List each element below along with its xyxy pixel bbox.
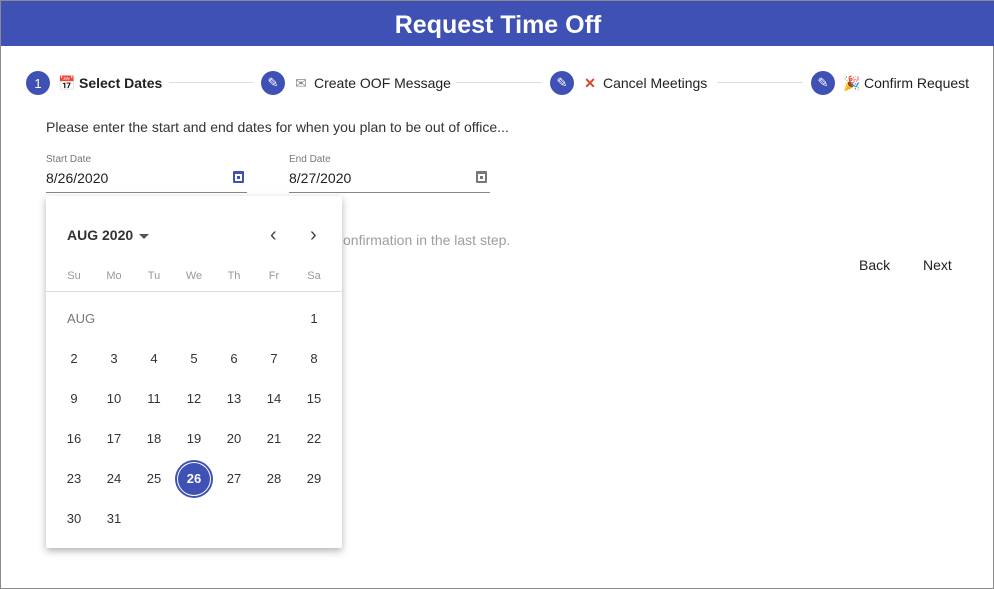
calendar-day[interactable]: 22 — [297, 422, 331, 456]
calendar-day[interactable]: 7 — [257, 342, 291, 376]
weekday-header: Mo — [106, 270, 122, 282]
calendar-day[interactable]: 20 — [217, 422, 251, 456]
hint-text: onfirmation in the last step. — [343, 232, 511, 248]
calendar-day[interactable]: 1 — [297, 302, 331, 336]
calendar-day[interactable]: 14 — [257, 382, 291, 416]
end-date-field[interactable]: End Date 8/27/2020 — [289, 154, 490, 193]
cross-mark-icon: ✕ — [584, 74, 596, 91]
calendar-day[interactable]: 16 — [57, 422, 91, 456]
step-number-icon: 1 — [26, 71, 50, 95]
calendar-day[interactable]: 12 — [177, 382, 211, 416]
calendar-day[interactable]: 30 — [57, 502, 91, 536]
calendar-day[interactable]: 27 — [217, 462, 251, 496]
step-label: Cancel Meetings — [603, 75, 708, 91]
stepper-connector — [456, 82, 542, 83]
step-label: Select Dates — [79, 75, 163, 91]
divider — [46, 291, 342, 292]
calendar-day[interactable]: 21 — [257, 422, 291, 456]
chevron-right-icon[interactable]: › — [310, 224, 317, 247]
calendar-day[interactable]: 28 — [257, 462, 291, 496]
weekday-header: Fr — [268, 270, 280, 282]
calendar-day[interactable]: 10 — [97, 382, 131, 416]
selected-day[interactable]: 26 — [177, 462, 211, 496]
calendar-day[interactable]: 15 — [297, 382, 331, 416]
calendar-day[interactable]: 24 — [97, 462, 131, 496]
calendar-day[interactable]: 19 — [177, 422, 211, 456]
weekday-header: Th — [227, 270, 241, 282]
calendar-icon[interactable] — [233, 171, 244, 183]
chevron-left-icon[interactable]: ‹ — [270, 224, 277, 247]
date-picker-popup: AUG 2020 ‹ › AUG Su Mo Tu We Th Fr Sa 1 2 3 4 5 6 7 8 9… — [46, 196, 342, 548]
calendar-day[interactable]: 31 — [97, 502, 131, 536]
end-date-label: End Date — [289, 154, 331, 165]
stepper-connector — [717, 82, 803, 83]
calendar-icon[interactable] — [476, 171, 487, 183]
calendar-day[interactable]: 9 — [57, 382, 91, 416]
calendar-day[interactable]: 11 — [137, 382, 171, 416]
weekday-header: Sa — [307, 270, 321, 282]
step-create-oof-message[interactable]: ✎ ✉ Create OOF Message — [261, 70, 451, 96]
page-title: Request Time Off — [1, 1, 994, 46]
pencil-icon: ✎ — [550, 71, 574, 95]
pencil-icon: ✎ — [811, 71, 835, 95]
calendar-day[interactable]: 4 — [137, 342, 171, 376]
weekday-header: Tu — [147, 270, 161, 282]
step-confirm-request[interactable]: ✎ 🎉 Confirm Request — [811, 70, 969, 96]
start-date-input[interactable]: 8/26/2020 — [46, 170, 108, 186]
back-button[interactable]: Back — [859, 257, 890, 273]
calendar-day[interactable]: 18 — [137, 422, 171, 456]
start-date-label: Start Date — [46, 154, 92, 165]
calendar-day[interactable]: 2 — [57, 342, 91, 376]
next-button[interactable]: Next — [923, 257, 952, 273]
month-year-selector[interactable]: AUG 2020 — [67, 227, 133, 243]
step-label: Confirm Request — [864, 75, 970, 91]
step-select-dates[interactable]: 1 📅 Select Dates — [26, 70, 162, 96]
calendar-day[interactable]: 17 — [97, 422, 131, 456]
month-label: AUG — [67, 311, 96, 326]
party-popper-icon: 🎉 — [843, 74, 861, 91]
calendar-day[interactable]: 3 — [97, 342, 131, 376]
caret-down-icon[interactable] — [139, 234, 149, 239]
step-cancel-meetings[interactable]: ✎ ✕ Cancel Meetings — [550, 70, 707, 96]
stepper-connector — [169, 82, 253, 83]
calendar-day[interactable]: 25 — [137, 462, 171, 496]
calendar-day[interactable]: 23 — [57, 462, 91, 496]
step-label: Create OOF Message — [314, 75, 451, 91]
instructions-text: Please enter the start and end dates for… — [46, 119, 509, 135]
calendar-day[interactable]: 6 — [217, 342, 251, 376]
calendar-day[interactable]: 13 — [217, 382, 251, 416]
weekday-header: Su — [67, 270, 81, 282]
calendar-day[interactable]: 5 — [177, 342, 211, 376]
envelope-icon: ✉ — [295, 74, 307, 91]
calendar-day[interactable]: 29 — [297, 462, 331, 496]
end-date-input[interactable]: 8/27/2020 — [289, 170, 351, 186]
pencil-icon: ✎ — [261, 71, 285, 95]
calendar-day[interactable]: 8 — [297, 342, 331, 376]
start-date-field[interactable]: Start Date 8/26/2020 — [46, 154, 247, 193]
calendar-icon: 📅 — [58, 74, 76, 91]
weekday-header: We — [185, 270, 203, 282]
